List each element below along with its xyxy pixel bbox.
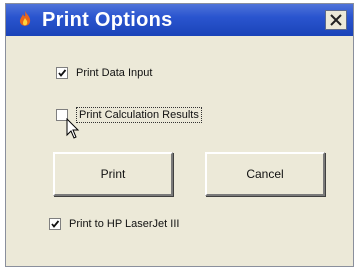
- print-to-printer-label: Print to HP LaserJet III: [69, 218, 180, 230]
- cancel-button[interactable]: Cancel: [205, 152, 325, 196]
- window-title: Print Options: [42, 9, 173, 31]
- print-to-printer-option[interactable]: Print to HP LaserJet III: [49, 218, 179, 230]
- print-data-input-checkbox[interactable]: [56, 67, 68, 79]
- close-icon: [330, 14, 342, 26]
- mouse-cursor: [66, 118, 80, 139]
- print-button-label: Print: [100, 167, 126, 181]
- print-data-input-label: Print Data Input: [76, 67, 153, 79]
- print-button[interactable]: Print: [53, 152, 173, 196]
- print-data-input-option[interactable]: Print Data Input: [56, 67, 152, 79]
- print-options-dialog: Print Options Print Data Input Print Cal…: [5, 3, 354, 267]
- close-button[interactable]: [325, 10, 347, 30]
- flame-icon: [18, 11, 32, 29]
- print-to-printer-checkbox[interactable]: [49, 218, 61, 230]
- cancel-button-label: Cancel: [246, 167, 284, 181]
- print-calculation-results-label: Print Calculation Results: [76, 107, 202, 123]
- title-bar[interactable]: Print Options: [6, 4, 353, 36]
